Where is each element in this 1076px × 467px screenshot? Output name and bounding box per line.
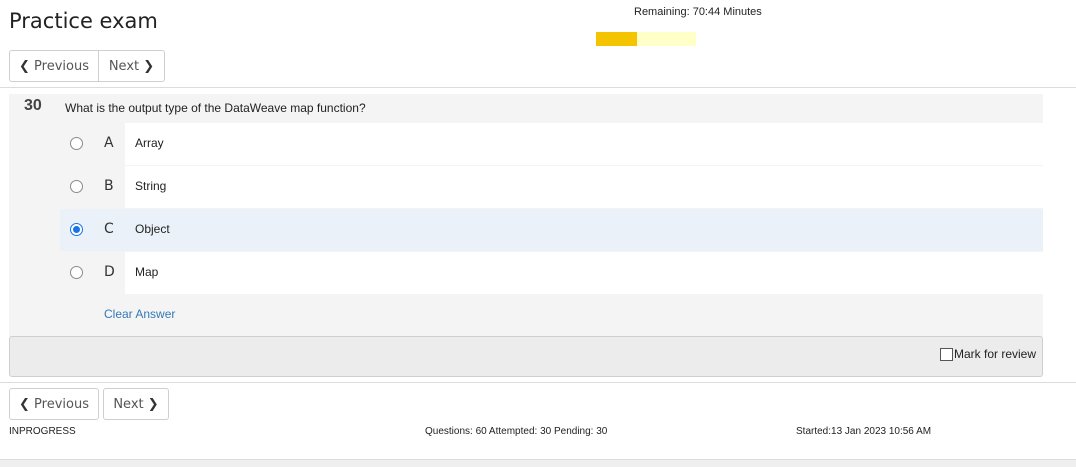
chevron-left-icon: ❮ — [19, 58, 30, 74]
chevron-left-icon: ❮ — [19, 396, 30, 412]
time-remaining: Remaining: 70:44 Minutes — [634, 6, 762, 18]
previous-button[interactable]: ❮ Previous — [9, 388, 99, 420]
option-a[interactable]: A Array — [60, 123, 1043, 165]
option-b[interactable]: B String — [60, 166, 1043, 208]
option-b-radio[interactable] — [70, 180, 83, 193]
top-nav: ❮ Previous Next ❯ — [9, 50, 165, 82]
option-letter: C — [104, 221, 114, 237]
option-text[interactable]: Array — [125, 123, 1043, 165]
previous-label: Previous — [34, 396, 89, 412]
mark-for-review-checkbox[interactable] — [939, 347, 953, 361]
question-counts: Questions: 60 Attempted: 30 Pending: 30 — [425, 426, 608, 437]
bottom-nav: ❮ Previous Next ❯ — [9, 388, 169, 420]
question-number: 30 — [24, 97, 42, 114]
divider — [0, 382, 1076, 383]
next-label: Next — [108, 58, 140, 74]
option-d[interactable]: D Map — [60, 252, 1043, 294]
review-bar: Mark for review — [9, 336, 1043, 377]
previous-button[interactable]: ❮ Previous — [9, 50, 99, 82]
question-text: What is the output type of the DataWeave… — [65, 101, 366, 115]
chevron-right-icon: ❯ — [143, 58, 155, 74]
option-letter: B — [104, 178, 114, 194]
option-d-radio[interactable] — [70, 266, 83, 279]
option-letter: A — [104, 135, 114, 151]
page-title: Practice exam — [9, 9, 158, 33]
option-a-radio[interactable] — [70, 137, 83, 150]
mark-for-review[interactable]: Mark for review — [939, 347, 1036, 361]
option-c[interactable]: C Object — [60, 209, 1043, 251]
previous-label: Previous — [34, 58, 89, 74]
chevron-right-icon: ❯ — [147, 396, 159, 412]
exam-status: INPROGRESS — [9, 426, 76, 437]
option-text[interactable]: Map — [125, 252, 1043, 294]
next-button[interactable]: Next ❯ — [103, 388, 169, 420]
time-progress-fill — [596, 32, 637, 46]
option-c-radio[interactable] — [70, 223, 83, 236]
started-time: Started:13 Jan 2023 10:56 AM — [796, 426, 932, 437]
next-label: Next — [113, 396, 144, 412]
time-progress-bar — [596, 32, 696, 46]
mark-for-review-label: Mark for review — [953, 347, 1036, 361]
option-text[interactable]: Object — [125, 209, 1043, 251]
divider — [0, 87, 1076, 88]
clear-answer-link[interactable]: Clear Answer — [104, 307, 175, 321]
option-text[interactable]: String — [125, 166, 1043, 208]
option-letter: D — [104, 264, 115, 280]
next-button[interactable]: Next ❯ — [99, 50, 165, 82]
